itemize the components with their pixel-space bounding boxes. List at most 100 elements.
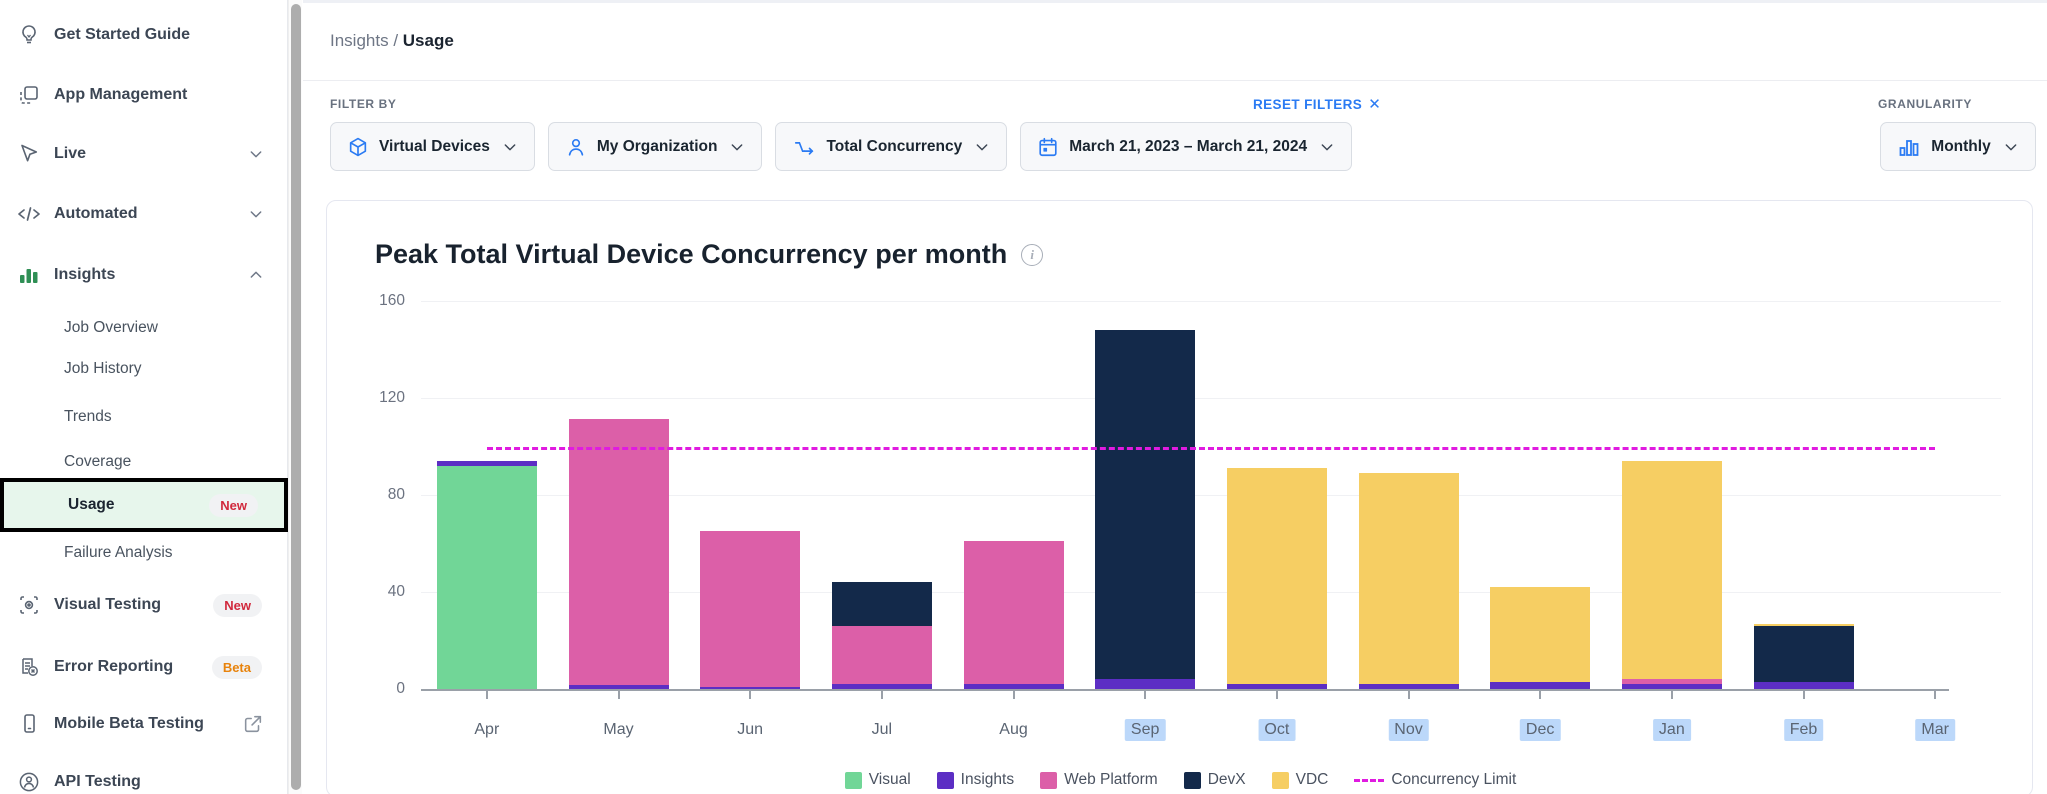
cursor-icon bbox=[16, 141, 42, 167]
sidebar-item-mobile-beta-testing[interactable]: Mobile Beta Testing bbox=[0, 705, 288, 743]
x-axis-label-sep: Sep bbox=[1125, 719, 1165, 741]
status-badge: New bbox=[213, 594, 262, 617]
bar-segment-devx[interactable] bbox=[1095, 330, 1195, 679]
bar-segment-insights[interactable] bbox=[1227, 684, 1327, 689]
bar-segment-vdc[interactable] bbox=[1359, 473, 1459, 684]
bar-aug[interactable] bbox=[964, 541, 1064, 689]
sidebar-scrollbar[interactable] bbox=[288, 0, 302, 794]
bar-apr[interactable] bbox=[437, 461, 537, 689]
code-icon bbox=[16, 201, 42, 227]
bar-segment-insights[interactable] bbox=[1095, 679, 1195, 689]
reset-filters-button[interactable]: RESET FILTERS ✕ bbox=[1253, 95, 1381, 113]
legend-item-concurrency-limit[interactable]: Concurrency Limit bbox=[1354, 771, 1516, 789]
legend-item-visual[interactable]: Visual bbox=[845, 771, 911, 789]
chevron-down-icon bbox=[729, 139, 745, 155]
breadcrumb-parent[interactable]: Insights bbox=[330, 31, 389, 50]
granularity-value: Monthly bbox=[1931, 138, 1990, 156]
sidebar-item-live[interactable]: Live bbox=[0, 135, 288, 173]
legend-swatch bbox=[1040, 772, 1057, 789]
granularity-dropdown[interactable]: Monthly bbox=[1880, 122, 2036, 171]
bar-segment-visual[interactable] bbox=[437, 466, 537, 689]
bar-segment-devx[interactable] bbox=[832, 582, 932, 626]
x-axis-tick bbox=[1276, 691, 1278, 699]
sidebar-item-insights[interactable]: Insights bbox=[0, 256, 288, 294]
bar-segment-insights[interactable] bbox=[700, 687, 800, 689]
filter-row: Virtual Devices My Organization Total Conc… bbox=[330, 122, 1352, 171]
bar-jul[interactable] bbox=[832, 582, 932, 689]
sidebar-item-failure-analysis[interactable]: Failure Analysis bbox=[0, 536, 288, 570]
external-link-icon[interactable] bbox=[242, 713, 264, 735]
breadcrumb: Insights / Usage bbox=[330, 31, 454, 51]
chevron-down-icon[interactable] bbox=[248, 206, 264, 222]
x-axis-tick bbox=[486, 691, 488, 699]
sidebar-item-label: Job Overview bbox=[64, 319, 158, 337]
x-axis-label-aug: Aug bbox=[993, 719, 1033, 741]
eye-icon bbox=[16, 592, 42, 618]
reset-filters-label: RESET FILTERS bbox=[1253, 97, 1362, 112]
filter-value: Virtual Devices bbox=[379, 138, 490, 156]
bar-jan[interactable] bbox=[1622, 461, 1722, 689]
x-axis-tick bbox=[1803, 691, 1805, 699]
bar-segment-insights[interactable] bbox=[569, 685, 669, 689]
legend-item-web-platform[interactable]: Web Platform bbox=[1040, 771, 1158, 789]
gridline bbox=[421, 398, 2001, 399]
filter-by-label: FILTER BY bbox=[330, 97, 397, 111]
filter-dropdown-my-organization[interactable]: My Organization bbox=[548, 122, 763, 171]
chevron-up-icon[interactable] bbox=[248, 267, 264, 283]
bar-oct[interactable] bbox=[1227, 468, 1327, 689]
chart-legend: Visual Insights Web Platform DevX VDC Concurr… bbox=[327, 771, 2034, 789]
sidebar-item-get-started-guide[interactable]: Get Started Guide bbox=[0, 16, 288, 54]
close-icon: ✕ bbox=[1368, 95, 1381, 113]
sidebar-item-coverage[interactable]: Coverage bbox=[0, 445, 288, 479]
lightbulb-icon bbox=[16, 22, 42, 48]
bar-may[interactable] bbox=[569, 419, 669, 689]
sidebar-item-visual-testing[interactable]: Visual Testing New bbox=[0, 586, 288, 624]
bar-segment-vdc[interactable] bbox=[1227, 468, 1327, 684]
sidebar-scrollbar-thumb[interactable] bbox=[291, 4, 301, 790]
bar-segment-insights[interactable] bbox=[964, 684, 1064, 689]
bar-segment-insights[interactable] bbox=[1359, 684, 1459, 689]
filter-value: Total Concurrency bbox=[826, 138, 962, 156]
legend-label: Visual bbox=[869, 771, 911, 789]
filter-dropdown-total-concurrency[interactable]: Total Concurrency bbox=[775, 122, 1007, 171]
bar-segment-vdc[interactable] bbox=[1622, 461, 1722, 679]
sidebar-item-api-testing[interactable]: API Testing bbox=[0, 763, 288, 794]
bar-jun[interactable] bbox=[700, 531, 800, 689]
bar-sep[interactable] bbox=[1095, 330, 1195, 689]
sidebar-item-automated[interactable]: Automated bbox=[0, 195, 288, 233]
sidebar-item-label: Mobile Beta Testing bbox=[54, 715, 204, 733]
bar-segment-vdc[interactable] bbox=[1490, 587, 1590, 682]
sidebar-item-job-history[interactable]: Job History bbox=[0, 352, 288, 386]
legend-item-insights[interactable]: Insights bbox=[937, 771, 1014, 789]
bar-segment-web-platform[interactable] bbox=[964, 541, 1064, 684]
bar-segment-web-platform[interactable] bbox=[700, 531, 800, 686]
sidebar-item-label: Visual Testing bbox=[54, 596, 161, 614]
filter-dropdown-virtual-devices[interactable]: Virtual Devices bbox=[330, 122, 535, 171]
legend-item-devx[interactable]: DevX bbox=[1184, 771, 1246, 789]
bar-segment-insights[interactable] bbox=[1754, 682, 1854, 689]
sidebar-item-trends[interactable]: Trends bbox=[0, 400, 288, 434]
bar-feb[interactable] bbox=[1754, 624, 1854, 689]
bar-segment-insights[interactable] bbox=[1622, 684, 1722, 689]
x-axis-tick bbox=[1671, 691, 1673, 699]
bar-segment-insights[interactable] bbox=[1490, 682, 1590, 689]
sidebar-item-usage[interactable]: UsageNew bbox=[0, 478, 288, 532]
status-badge: New bbox=[209, 494, 258, 517]
legend-item-vdc[interactable]: VDC bbox=[1272, 771, 1329, 789]
bar-nov[interactable] bbox=[1359, 473, 1459, 689]
bar-dec[interactable] bbox=[1490, 587, 1590, 689]
sidebar-item-label: Trends bbox=[64, 408, 112, 426]
filter-dropdown-march-21-2023-march-21-2024[interactable]: March 21, 2023 – March 21, 2024 bbox=[1020, 122, 1352, 171]
bar-segment-insights[interactable] bbox=[832, 684, 932, 689]
legend-swatch bbox=[1272, 772, 1289, 789]
sidebar-item-error-reporting[interactable]: Error ReportingBeta bbox=[0, 648, 288, 686]
bar-segment-web-platform[interactable] bbox=[569, 419, 669, 686]
info-icon[interactable]: i bbox=[1021, 244, 1043, 266]
sidebar-item-app-management[interactable]: App Management bbox=[0, 76, 288, 114]
bar-segment-web-platform[interactable] bbox=[832, 626, 932, 684]
granularity-icon bbox=[1897, 135, 1921, 159]
bar-segment-devx[interactable] bbox=[1754, 626, 1854, 682]
sidebar-item-job-overview[interactable]: Job Overview bbox=[0, 311, 288, 345]
trend-icon bbox=[792, 136, 816, 158]
chevron-down-icon[interactable] bbox=[248, 146, 264, 162]
